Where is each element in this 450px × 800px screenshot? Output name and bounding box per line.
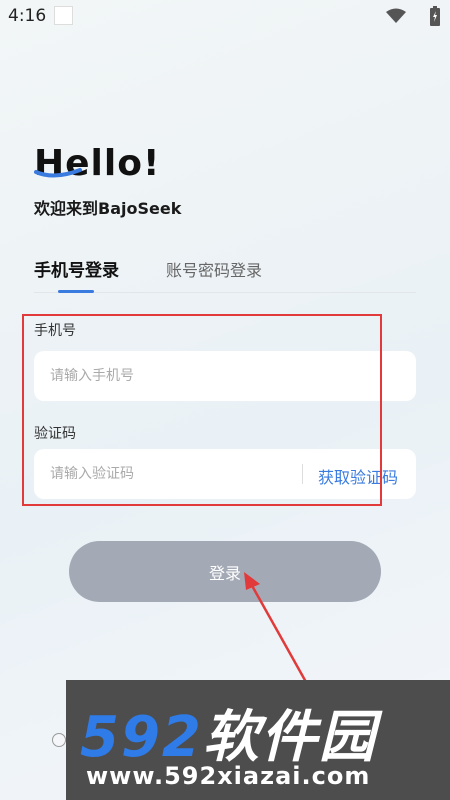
hello-swoosh-icon <box>34 168 82 178</box>
wifi-icon <box>386 8 406 23</box>
login-button[interactable]: 登录 <box>69 541 381 602</box>
notification-square-icon <box>54 6 73 25</box>
tab-password-login[interactable]: 账号密码登录 <box>166 257 262 281</box>
status-time: 4:16 <box>8 6 47 26</box>
battery-icon <box>430 6 440 26</box>
annotation-arrow-icon <box>244 572 308 683</box>
highlight-annotation-box <box>22 314 382 506</box>
tab-phone-login[interactable]: 手机号登录 <box>34 256 119 281</box>
watermark-brand-number: 592 <box>80 705 203 770</box>
welcome-text: 欢迎来到BajoSeek <box>34 199 182 218</box>
watermark-brand-name: 软件园 <box>202 705 377 770</box>
tab-active-indicator <box>58 290 94 293</box>
watermark-brand: 592软件园 <box>80 692 377 773</box>
status-bar: 4:16 <box>0 0 450 32</box>
agreement-checkbox[interactable] <box>52 733 66 747</box>
watermark-url: www.592xiazai.com <box>86 762 371 790</box>
watermark-banner: 592软件园 www.592xiazai.com <box>66 680 450 800</box>
